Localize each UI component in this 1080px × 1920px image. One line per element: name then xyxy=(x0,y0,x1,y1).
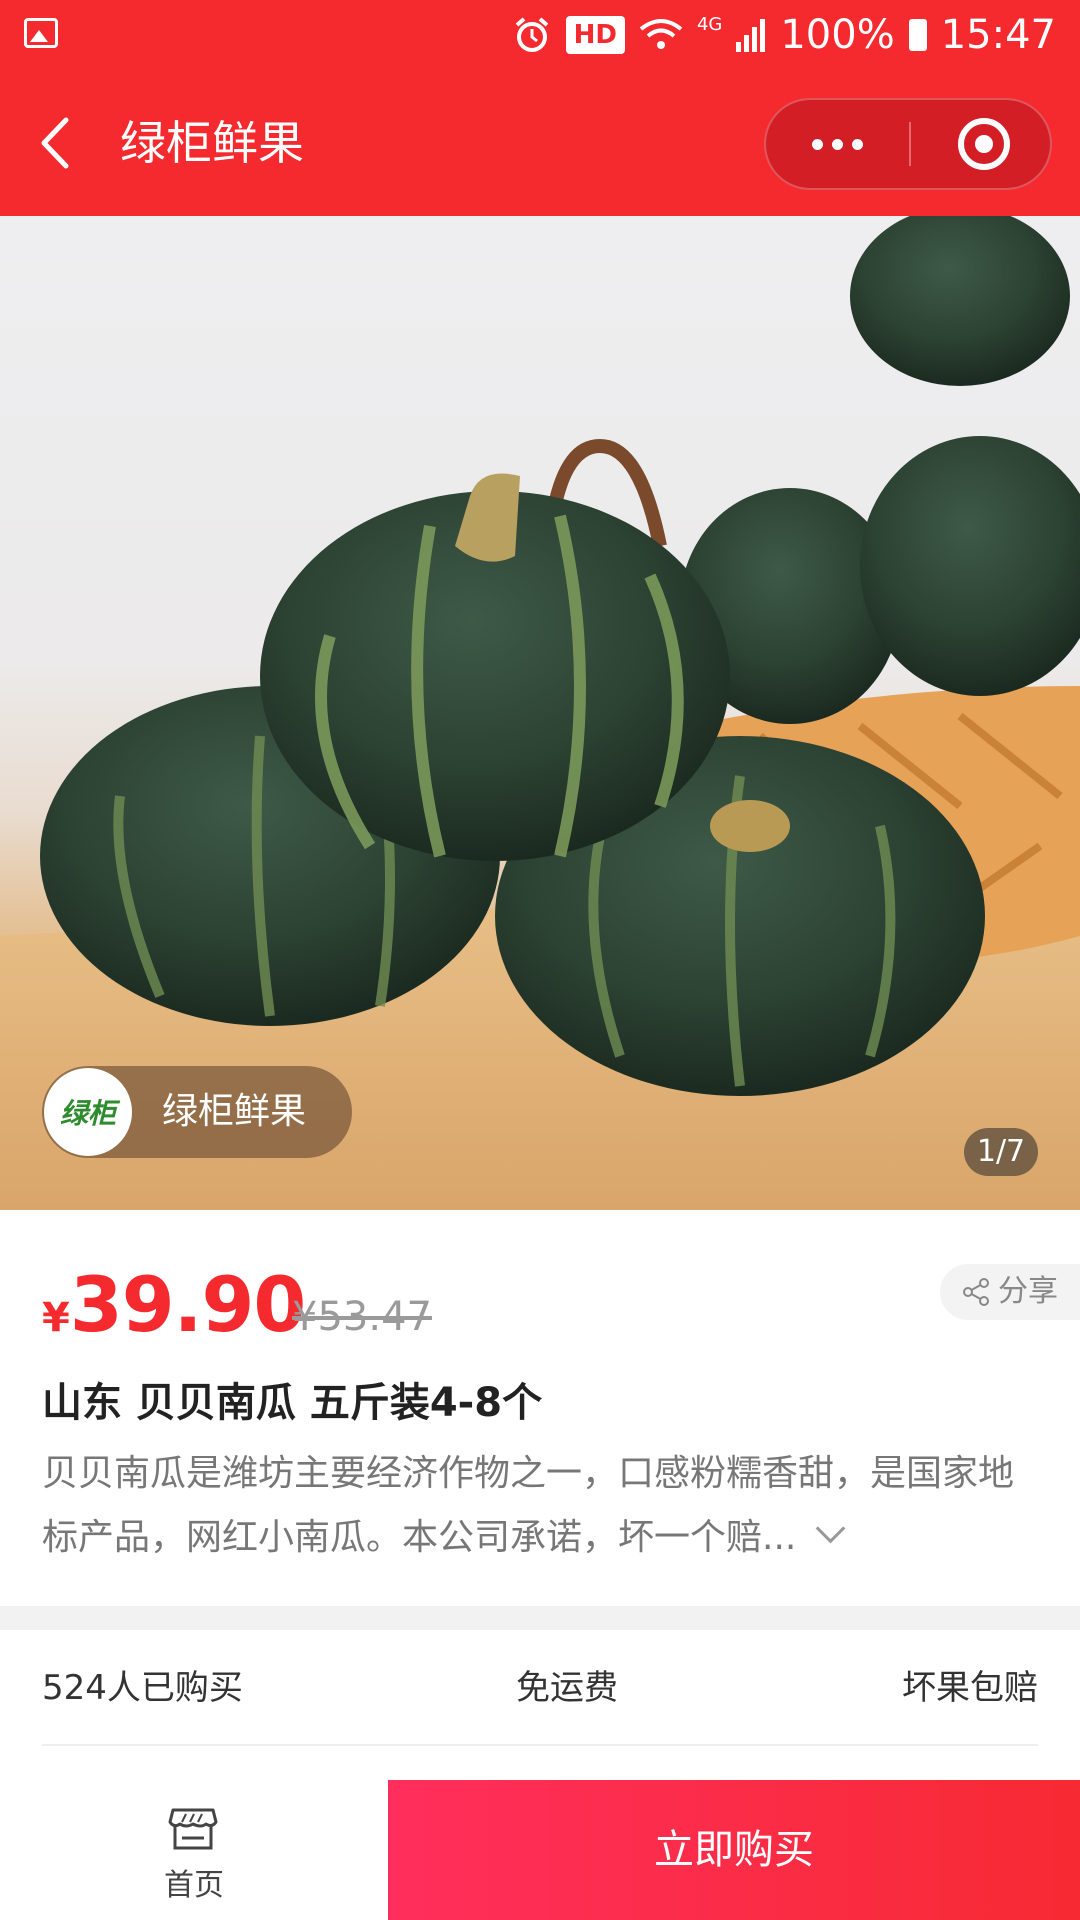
sold-count: 524人已购买 xyxy=(42,1668,243,1708)
chevron-left-icon xyxy=(41,117,69,169)
shop-logo: 绿柜 xyxy=(44,1068,132,1156)
description-text: 贝贝南瓜是潍坊主要经济作物之一，口感粉糯香甜，是国家地标产品，网红小南瓜。本公司… xyxy=(42,1453,1015,1558)
nav-bar: 绿柜鲜果 xyxy=(0,70,1080,216)
status-indicators: HD 4G 100% 15:47 xyxy=(512,0,1056,70)
original-price: ¥53.47 xyxy=(292,1294,432,1340)
current-price: ¥39.90 xyxy=(42,1260,306,1349)
shop-logo-text: 绿柜 xyxy=(59,1097,116,1130)
home-button[interactable]: 首页 xyxy=(0,1780,388,1920)
signal-icon xyxy=(736,19,766,52)
page-title: 绿柜鲜果 xyxy=(120,116,304,170)
close-miniprogram-button[interactable] xyxy=(958,118,1010,170)
shop-badge[interactable]: 绿柜 绿柜鲜果 xyxy=(42,1066,352,1158)
features-divider xyxy=(42,1744,1038,1746)
battery-icon xyxy=(908,19,927,51)
buy-now-button[interactable]: 立即购买 xyxy=(388,1780,1080,1920)
store-icon xyxy=(168,1808,218,1850)
section-divider xyxy=(0,1606,1080,1630)
product-image-carousel[interactable]: 绿柜 绿柜鲜果 1/7 xyxy=(0,216,1080,1210)
refund-guarantee: 坏果包赔 xyxy=(902,1668,1038,1708)
more-dot xyxy=(852,138,863,150)
share-label: 分享 xyxy=(998,1274,1058,1309)
bottom-action-bar: 首页 立即购买 xyxy=(0,1780,1080,1920)
network-type: 4G xyxy=(696,14,723,35)
product-info: ¥39.90 ¥53.47 分享 山东 贝贝南瓜 五斤装4-8个 贝贝南瓜是潍坊… xyxy=(0,1210,1080,1606)
wifi-icon xyxy=(639,19,683,49)
more-dots-icon xyxy=(812,138,823,150)
more-menu-button[interactable] xyxy=(766,100,909,188)
shop-name: 绿柜鲜果 xyxy=(162,1091,307,1132)
back-button[interactable] xyxy=(30,110,90,176)
image-pager: 1/7 xyxy=(964,1128,1038,1176)
capsule-divider xyxy=(909,122,911,166)
status-bar: HD 4G 100% 15:47 xyxy=(0,0,1080,70)
hd-badge: HD xyxy=(565,16,625,54)
alarm-icon xyxy=(515,17,548,52)
more-dot xyxy=(832,138,843,150)
share-button[interactable]: 分享 xyxy=(940,1264,1080,1320)
service-features: 524人已购买 免运费 坏果包赔 xyxy=(0,1630,1080,1746)
product-description[interactable]: 贝贝南瓜是潍坊主要经济作物之一，口感粉糯香甜，是国家地标产品，网红小南瓜。本公司… xyxy=(42,1442,1032,1570)
currency-symbol: ¥ xyxy=(42,1295,70,1341)
price-value: 39.90 xyxy=(69,1260,306,1349)
product-title: 山东 贝贝南瓜 五斤装4-8个 xyxy=(42,1380,543,1426)
gallery-notification-icon xyxy=(24,18,58,48)
product-photo-pumpkins xyxy=(0,216,1080,1210)
share-icon xyxy=(963,1278,989,1306)
miniprogram-capsule xyxy=(764,98,1052,190)
clock: 15:47 xyxy=(940,12,1056,58)
battery-percent: 100% xyxy=(780,12,895,58)
home-label: 首页 xyxy=(164,1868,224,1903)
free-shipping: 免运费 xyxy=(516,1668,618,1708)
expand-chevron-icon[interactable] xyxy=(815,1513,846,1544)
